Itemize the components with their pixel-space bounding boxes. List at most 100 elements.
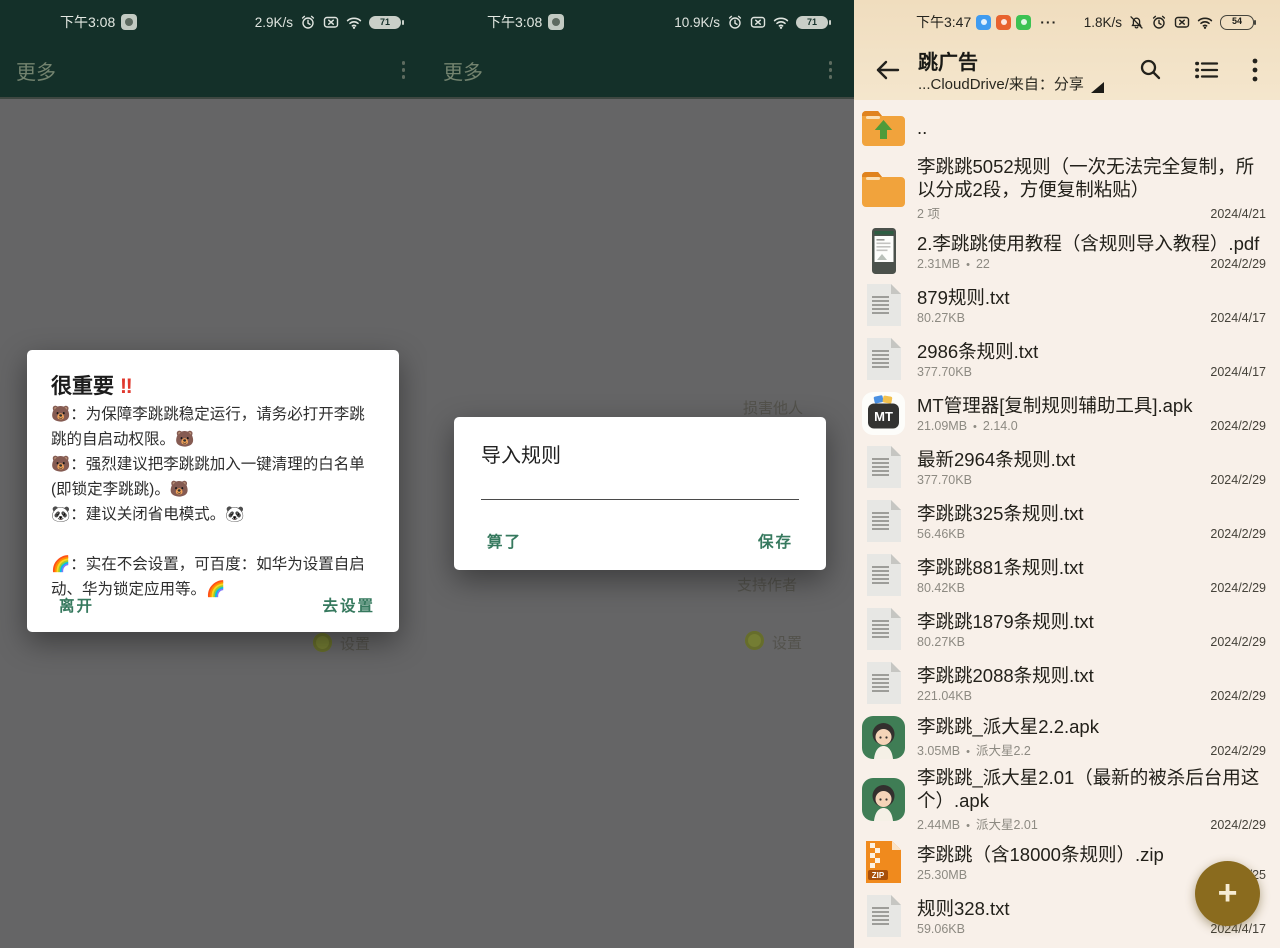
file-size: 377.70KB xyxy=(917,365,972,379)
file-row[interactable]: 李跳跳1879条规则.txt 80.27KB• 2024/2/29 xyxy=(854,602,1280,656)
txt-icon xyxy=(860,606,907,653)
file-size: 2.44MB xyxy=(917,818,960,832)
file-size: 80.42KB xyxy=(917,581,965,595)
notification-app-icon xyxy=(548,14,564,30)
menu-button[interactable] xyxy=(1252,58,1258,87)
file-name: 李跳跳2088条规则.txt xyxy=(917,664,1266,687)
vertical-dots-icon xyxy=(1252,58,1258,82)
settings-icon xyxy=(313,633,332,652)
file-row[interactable]: 879规则.txt 80.27KB• 2024/4/17 xyxy=(854,278,1280,332)
file-size: 377.70KB xyxy=(917,473,972,487)
txt-icon xyxy=(860,444,907,491)
file-date: 2024/2/29 xyxy=(1210,419,1266,433)
add-fab-button[interactable]: + xyxy=(1195,861,1260,926)
alarm-icon xyxy=(727,14,743,30)
zip-icon: ZIP xyxy=(860,839,907,886)
file-date: 2024/2/29 xyxy=(1210,473,1266,487)
important-dialog: 很重要‼ 🐻：为保障李跳跳稳定运行，请务必打开李跳跳的自启动权限。🐻 🐻：强烈建… xyxy=(27,350,399,632)
search-button[interactable] xyxy=(1139,58,1162,86)
file-manager-header: 跳广告 ...CloudDrive/来自：分享 xyxy=(854,44,1280,100)
mid-status-bar: 下午3:08 10.9K/s 71 xyxy=(427,0,854,44)
mid-appbar-title: 更多 xyxy=(443,56,483,85)
file-size: 59.06KB xyxy=(917,922,965,936)
important-dialog-title: 很重要‼ xyxy=(51,370,133,400)
file-row[interactable]: 李跳跳_派大星2.01（最新的被杀后台用这个）.apk 2.44MB•派大星2.… xyxy=(854,764,1280,835)
left-app-bar: 更多 xyxy=(0,44,427,96)
file-name: 李跳跳1879条规则.txt xyxy=(917,610,1266,633)
mid-network-speed: 10.9K/s xyxy=(674,15,720,30)
txt-icon xyxy=(860,893,907,940)
file-extra-info: 22 xyxy=(976,257,990,271)
battery-icon: 71 xyxy=(796,16,828,29)
txt-icon xyxy=(860,336,907,383)
dimmed-menu-item[interactable]: 损害他人 xyxy=(743,397,803,418)
file-size: 221.04KB xyxy=(917,689,972,703)
import-dialog-title: 导入规则 xyxy=(481,439,561,468)
import-rules-dialog: 导入规则 算了 保存 xyxy=(454,417,826,570)
notification-app-icon xyxy=(121,14,137,30)
file-date: 2024/2/29 xyxy=(1210,257,1266,271)
file-name: 李跳跳881条规则.txt xyxy=(917,556,1266,579)
more-notifications-dots: ··· xyxy=(1040,14,1057,30)
overflow-menu-icon[interactable] xyxy=(823,55,839,85)
file-name: .. xyxy=(917,116,1266,139)
avatar-icon xyxy=(860,776,907,823)
cancel-button[interactable]: 算了 xyxy=(487,530,522,552)
file-date: 2024/4/21 xyxy=(1210,207,1266,221)
dialog-paragraph: 🐼：建议关闭省电模式。🐼 xyxy=(51,502,377,527)
sim-x-icon xyxy=(323,15,339,29)
file-row[interactable]: 李跳跳325条规则.txt 56.46KB• 2024/2/29 xyxy=(854,494,1280,548)
plus-icon: + xyxy=(1218,876,1238,910)
important-dialog-body: 🐻：为保障李跳跳稳定运行，请务必打开李跳跳的自启动权限。🐻 🐻：强烈建议把李跳跳… xyxy=(51,402,377,602)
file-name: 最新2964条规则.txt xyxy=(917,448,1266,471)
support-author-menu-item[interactable]: 支持作者 xyxy=(737,574,797,595)
svg-text:ZIP: ZIP xyxy=(872,871,885,880)
file-row[interactable]: 最新2964条规则.txt 377.70KB• 2024/2/29 xyxy=(854,440,1280,494)
blue-app-notification-icon xyxy=(976,15,991,30)
save-button[interactable]: 保存 xyxy=(758,530,793,552)
sort-triangle-icon xyxy=(1091,82,1104,93)
file-name: 李跳跳325条规则.txt xyxy=(917,502,1266,525)
file-row[interactable]: 2986条规则.txt 377.70KB• 2024/4/17 xyxy=(854,332,1280,386)
breadcrumb[interactable]: ...CloudDrive/来自：分享 xyxy=(918,75,1104,94)
dialog-paragraph: 🐻：强烈建议把李跳跳加入一键清理的白名单(即锁定李跳跳)。🐻 xyxy=(51,452,377,502)
rules-text-input[interactable] xyxy=(481,473,799,500)
file-manager-panel: 下午3:47 ··· 1.8K/s 54 跳广告 ...CloudDri xyxy=(854,0,1280,948)
mid-app-bar: 更多 xyxy=(427,44,854,96)
file-name: 李跳跳5052规则（一次无法完全复制，所以分成2段，方便复制粘贴） xyxy=(917,155,1266,201)
overflow-menu-icon[interactable] xyxy=(396,55,412,85)
leave-button[interactable]: 离开 xyxy=(59,594,94,616)
txt-icon xyxy=(860,552,907,599)
right-status-bar: 下午3:47 ··· 1.8K/s 54 xyxy=(854,0,1280,44)
file-row[interactable]: 2.李跳跳使用教程（含规则导入教程）.pdf 2.31MB•22 2024/2/… xyxy=(854,224,1280,278)
mute-bell-icon xyxy=(1129,15,1144,30)
file-row[interactable]: 李跳跳2088条规则.txt 221.04KB• 2024/2/29 xyxy=(854,656,1280,710)
file-row[interactable]: MT MT管理器[复制规则辅助工具].apk 21.09MB•2.14.0 20… xyxy=(854,386,1280,440)
go-settings-button[interactable]: 去设置 xyxy=(322,594,375,616)
folder-up-icon xyxy=(860,104,907,151)
file-size: 3.05MB xyxy=(917,744,960,758)
back-button[interactable] xyxy=(870,56,906,89)
file-date: 2024/4/17 xyxy=(1210,311,1266,325)
right-top-bar: 下午3:47 ··· 1.8K/s 54 跳广告 ...CloudDri xyxy=(854,0,1280,100)
file-size: 2.31MB xyxy=(917,257,960,271)
file-name: MT管理器[复制规则辅助工具].apk xyxy=(917,394,1266,417)
settings-menu-item[interactable]: 设置 xyxy=(772,632,802,653)
file-row[interactable]: 李跳跳_派大星2.2.apk 3.05MB•派大星2.2 2024/2/29 xyxy=(854,710,1280,764)
file-row[interactable]: .. • xyxy=(854,102,1280,153)
file-name: 879规则.txt xyxy=(917,286,1266,309)
battery-icon: 54 xyxy=(1220,15,1254,30)
wifi-icon xyxy=(346,16,362,29)
file-size: 21.09MB xyxy=(917,419,967,433)
view-mode-button[interactable] xyxy=(1195,60,1219,85)
right-network-speed: 1.8K/s xyxy=(1084,15,1122,30)
settings-menu-item[interactable]: 设置 xyxy=(340,633,370,654)
file-date: 2024/2/29 xyxy=(1210,527,1266,541)
mid-top-bar: 下午3:08 10.9K/s 71 更多 xyxy=(427,0,854,97)
file-row[interactable]: 李跳跳881条规则.txt 80.42KB• 2024/2/29 xyxy=(854,548,1280,602)
mt-icon: MT xyxy=(860,390,907,437)
file-row[interactable]: 李跳跳5052规则（一次无法完全复制，所以分成2段，方便复制粘贴） 2 项• 2… xyxy=(854,153,1280,224)
wifi-icon xyxy=(773,16,789,29)
orange-app-notification-icon xyxy=(996,15,1011,30)
alarm-icon xyxy=(300,14,316,30)
